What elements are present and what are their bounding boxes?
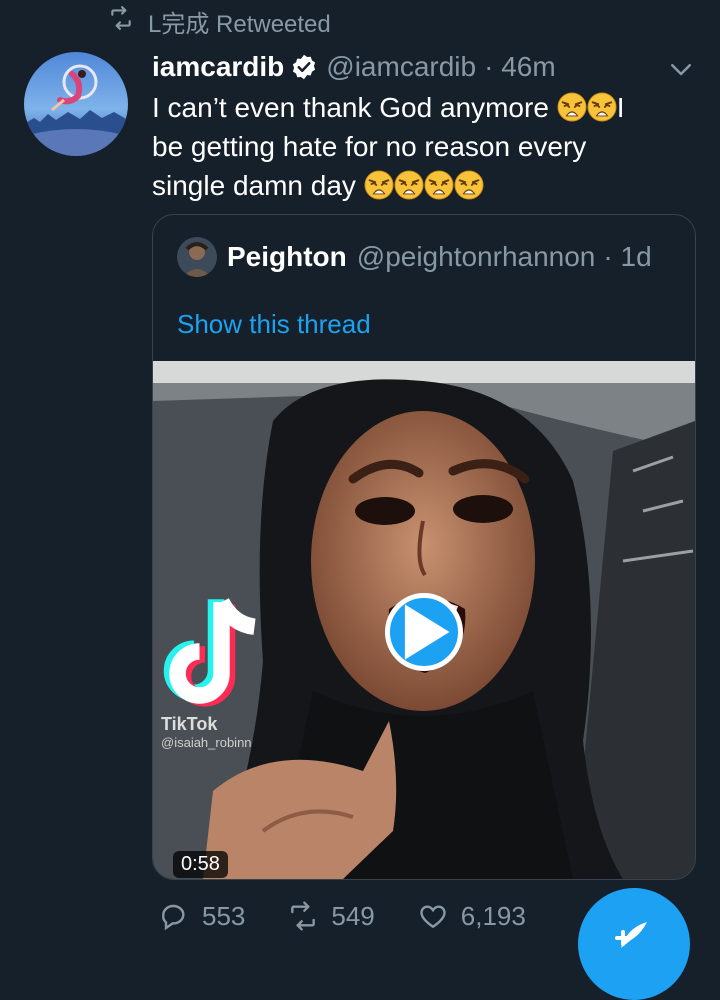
tiktok-brand-label: TikTok xyxy=(161,714,218,734)
tweet-text: I can’t even thank God anymore I be gett… xyxy=(152,88,692,205)
video-duration-badge: 0:58 xyxy=(173,851,228,878)
like-count: 6,193 xyxy=(460,900,526,931)
tweet-timestamp[interactable]: · 46m xyxy=(484,51,556,83)
weary-face-emoji-icon xyxy=(424,170,454,200)
play-button[interactable] xyxy=(385,593,463,671)
reply-button[interactable]: 553 xyxy=(158,900,245,932)
tweet-text-line-3: single damn day xyxy=(152,166,692,205)
verified-badge-icon xyxy=(293,54,316,80)
tweet-text-line-1: I can’t even thank God anymore I xyxy=(152,88,692,127)
weary-face-emoji-icon xyxy=(587,92,617,122)
video-player[interactable]: TikTok @isaiah_robinn 0:58 xyxy=(153,361,695,879)
retweet-button[interactable]: 549 xyxy=(287,900,375,932)
quoted-tweet-timestamp[interactable]: · 1d xyxy=(603,241,651,273)
tiktok-watermark: TikTok @isaiah_robinn xyxy=(161,591,271,750)
retweet-count: 549 xyxy=(331,900,375,931)
chevron-down-icon[interactable] xyxy=(666,54,696,84)
author-handle[interactable]: @iamcardib xyxy=(326,51,476,83)
weary-face-emoji-icon xyxy=(557,92,587,122)
retweet-icon xyxy=(291,901,316,931)
author-avatar[interactable] xyxy=(24,52,128,156)
weary-face-emoji-icon xyxy=(364,170,394,200)
like-button[interactable]: 6,193 xyxy=(417,900,526,932)
tweet-text-segment: I xyxy=(616,92,625,123)
tiktok-logo-icon xyxy=(163,597,256,707)
weary-face-emoji-icon xyxy=(394,170,424,200)
tweet-text-line-2: be getting hate for no reason every xyxy=(152,131,587,162)
weary-face-emoji-icon xyxy=(454,170,484,200)
tweet-text-segment: single damn day xyxy=(152,170,364,201)
tweet-header: iamcardib @iamcardib · 46m xyxy=(152,48,556,86)
quoted-tweet-card[interactable]: Peighton @peightonrhannon · 1d Show this… xyxy=(152,214,696,880)
quoted-author-avatar[interactable] xyxy=(177,237,217,277)
quoted-author-handle[interactable]: @peightonrhannon xyxy=(357,241,596,273)
retweeted-by-bar: L完成 Retweeted xyxy=(108,5,331,38)
retweet-icon xyxy=(108,5,134,38)
reply-count: 553 xyxy=(202,900,246,931)
play-icon xyxy=(404,604,450,660)
author-name[interactable]: iamcardib xyxy=(152,51,284,83)
show-thread-link[interactable]: Show this thread xyxy=(177,309,371,340)
quoted-author-name[interactable]: Peighton xyxy=(227,241,347,273)
compose-feather-icon xyxy=(615,922,647,948)
reply-icon xyxy=(162,904,185,931)
tiktok-username: @isaiah_robinn xyxy=(161,735,252,750)
quoted-tweet-header: Peighton @peightonrhannon · 1d xyxy=(177,237,652,277)
tweet-action-bar: 553 549 6,193 xyxy=(158,900,568,932)
compose-tweet-button[interactable] xyxy=(578,888,690,1000)
retweeted-by-label: L完成 Retweeted xyxy=(148,10,331,38)
heart-icon xyxy=(420,905,446,929)
tweet-text-segment: I can’t even thank God anymore xyxy=(152,92,557,123)
